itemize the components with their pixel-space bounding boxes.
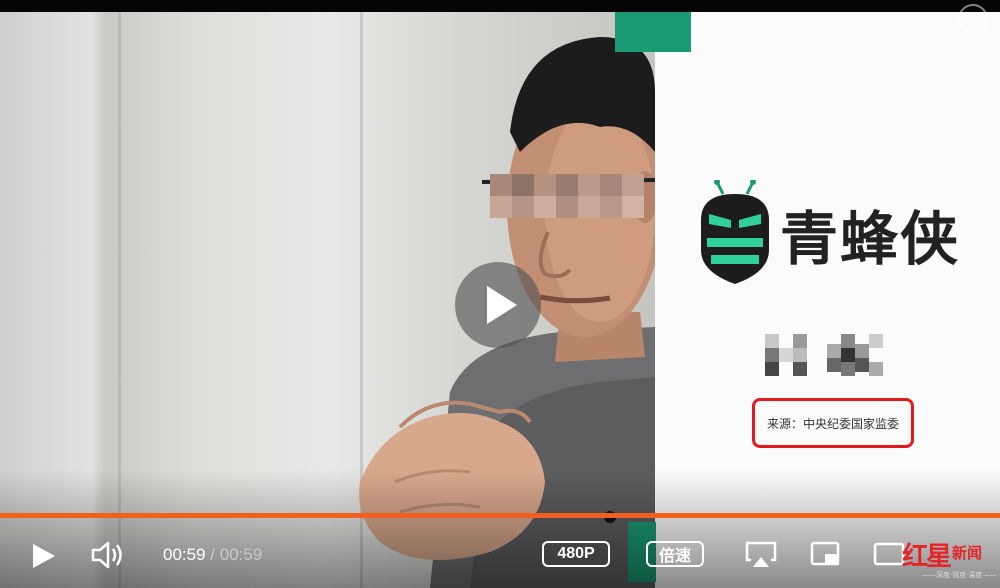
- center-play-button[interactable]: [455, 262, 541, 348]
- watermark-main: 红星: [902, 542, 952, 572]
- play-icon: [487, 286, 517, 324]
- watermark-side: 新闻: [952, 544, 983, 562]
- picture-in-picture-icon[interactable]: [810, 540, 842, 570]
- watermark-sub: ——深度·锐度·温度——: [922, 571, 997, 579]
- volume-icon[interactable]: [90, 540, 126, 570]
- brand-name: 青蜂侠: [780, 205, 961, 273]
- source-text: 来源：中央纪委国家监委: [766, 416, 899, 431]
- progress-bar[interactable]: [0, 513, 1000, 518]
- play-icon[interactable]: [28, 541, 58, 571]
- time-display: 00:59 / 00:59: [163, 545, 262, 565]
- slide-accent-top: [615, 12, 691, 52]
- progress-fill: [0, 513, 1000, 518]
- top-bar: [0, 0, 1000, 12]
- news-watermark: 红星 新闻 ——深度·锐度·温度——: [900, 536, 1000, 582]
- video-player[interactable]: 青蜂侠 来源：中央纪委国家监委 00:59 / 00:59 480P 倍速 红星…: [0, 0, 1000, 588]
- quality-button[interactable]: 480P: [542, 541, 610, 567]
- duration: 00:59: [219, 545, 263, 564]
- corner-menu-icon[interactable]: [958, 4, 988, 34]
- time-separator: /: [210, 545, 216, 564]
- player-controls: 00:59 / 00:59 480P 倍速: [0, 525, 1000, 585]
- source-highlight-box: 来源：中央纪委国家监委: [752, 398, 914, 448]
- blurred-name: [765, 334, 883, 376]
- current-time: 00:59: [163, 545, 206, 564]
- bee-mascot-icon: [701, 180, 769, 284]
- speed-button[interactable]: 倍速: [646, 541, 704, 567]
- airplay-icon[interactable]: [745, 540, 777, 570]
